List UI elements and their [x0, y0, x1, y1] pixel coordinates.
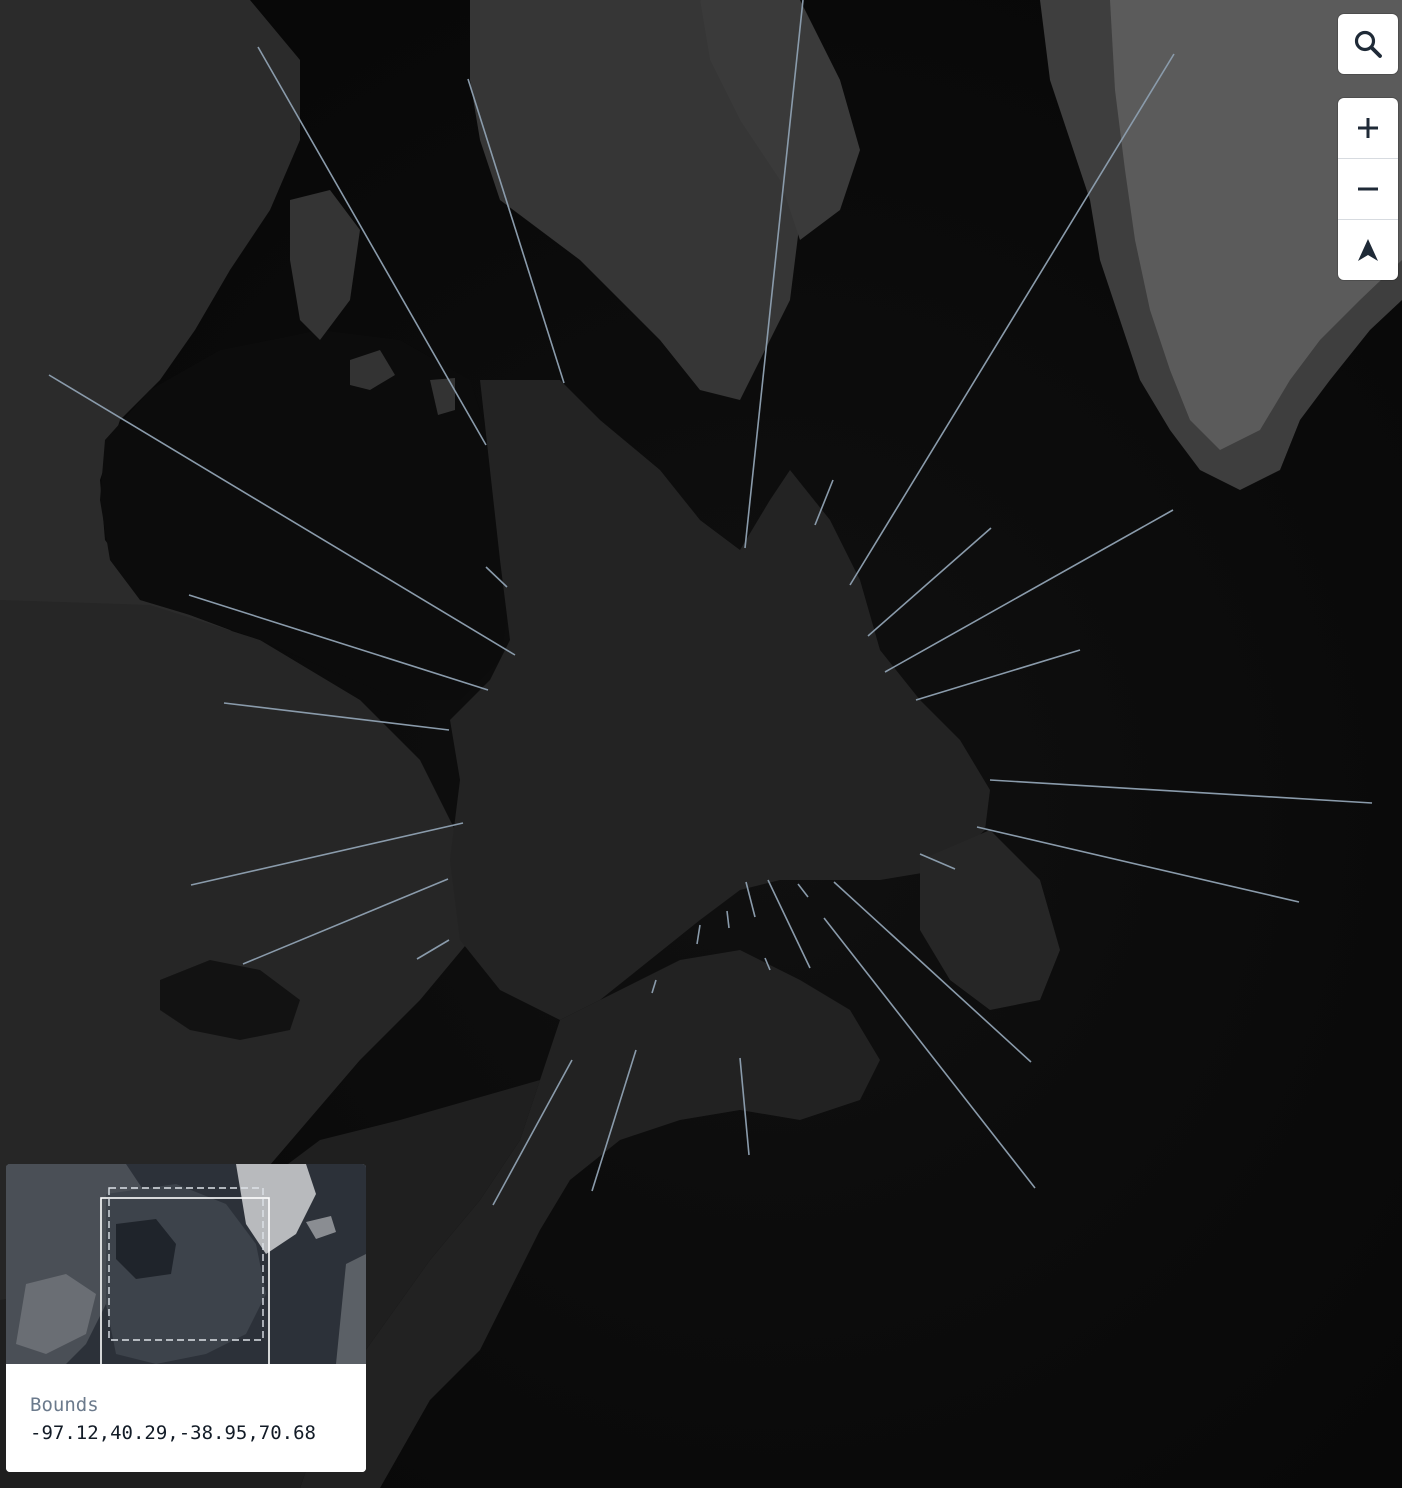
search-icon — [1354, 30, 1382, 58]
search-control — [1338, 14, 1398, 74]
overview-inset: Bounds -97.12,40.29,-38.95,70.68 — [6, 1164, 366, 1472]
zoom-out-button[interactable] — [1338, 158, 1398, 219]
overview-minimap[interactable] — [6, 1164, 366, 1369]
bounds-panel: Bounds -97.12,40.29,-38.95,70.68 — [6, 1364, 366, 1472]
minimap-graphic — [6, 1164, 366, 1369]
plus-icon — [1358, 118, 1378, 138]
reset-bearing-button[interactable] — [1338, 219, 1398, 280]
bounds-value: -97.12,40.29,-38.95,70.68 — [30, 1422, 316, 1444]
search-button[interactable] — [1338, 14, 1398, 74]
minus-icon — [1358, 187, 1378, 191]
bounds-label: Bounds — [30, 1394, 99, 1416]
navigation-control — [1338, 98, 1398, 280]
map-canvas[interactable]: Bounds -97.12,40.29,-38.95,70.68 — [0, 0, 1402, 1488]
north-arrow-icon — [1358, 239, 1378, 261]
zoom-in-button[interactable] — [1338, 98, 1398, 158]
